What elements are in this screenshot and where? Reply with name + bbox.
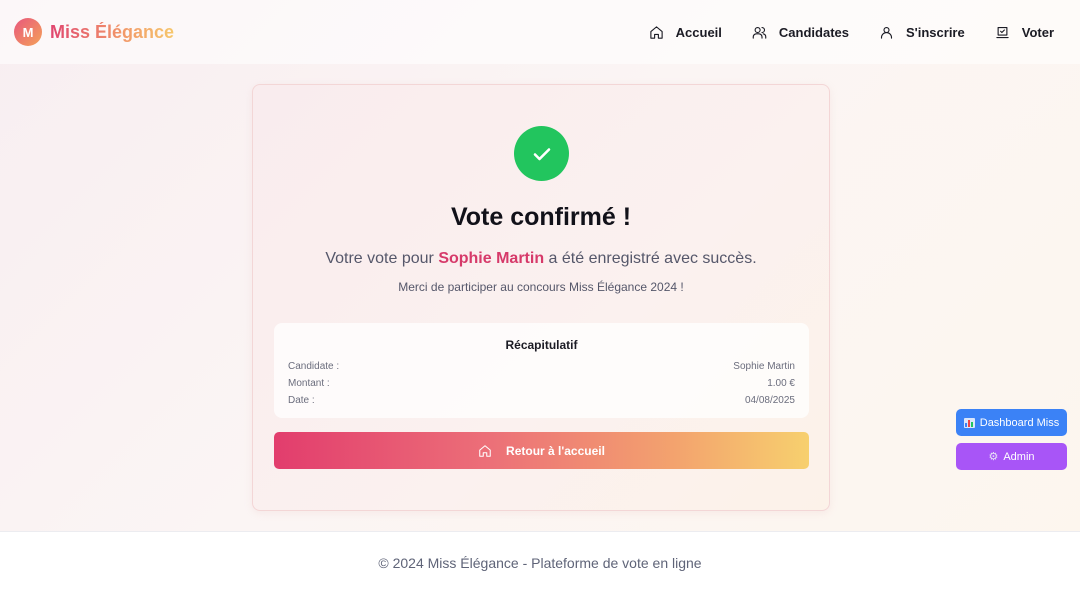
nav-item-candidates[interactable]: Candidates — [752, 25, 849, 40]
candidate-name: Sophie Martin — [438, 250, 545, 267]
nav-item-label: Accueil — [675, 24, 722, 40]
nav-item-label: Candidates — [778, 24, 849, 40]
summary-box: Récapitulatif Candidate : Sophie Martin … — [274, 323, 809, 418]
admin-label: Admin — [1003, 450, 1035, 463]
vote-icon — [996, 26, 1009, 38]
brand-logo-link[interactable]: M Miss Élégance — [14, 18, 174, 46]
footer-text: © 2024 Miss Élégance - Plateforme de vot… — [378, 554, 702, 571]
confirmation-title: Vote confirmé ! — [450, 203, 632, 231]
home-icon — [479, 444, 491, 457]
summary-value: Sophie Martin — [733, 361, 795, 372]
confirmation-card: Vote confirmé ! Votre vote pour Sophie M… — [252, 84, 830, 511]
summary-row-candidate: Candidate : Sophie Martin — [288, 358, 795, 375]
page-footer: © 2024 Miss Élégance - Plateforme de vot… — [0, 531, 1080, 593]
nav-item-label: S'inscrire — [905, 24, 965, 40]
bar-chart-icon — [963, 417, 975, 428]
nav-item-accueil[interactable]: Accueil — [649, 25, 722, 40]
summary-label: Date : — [288, 395, 315, 406]
summary-title: Récapitulatif — [505, 338, 578, 352]
user-icon — [880, 26, 893, 39]
thanks-text: Merci de participer au concours Miss Élé… — [398, 280, 684, 294]
summary-row-date: Date : 04/08/2025 — [288, 392, 795, 409]
message-suffix: a été enregistré avec succès. — [544, 250, 757, 267]
message-prefix: Votre vote pour — [325, 250, 439, 267]
top-navbar: M Miss Élégance Accueil Candidates S'ins… — [0, 0, 1080, 64]
summary-value: 04/08/2025 — [744, 395, 795, 406]
summary-value: 1.00 € — [767, 378, 795, 389]
nav-item-inscrire[interactable]: S'inscrire — [879, 25, 965, 40]
home-icon — [649, 25, 663, 39]
dashboard-label: Dashboard Miss — [979, 416, 1060, 429]
success-badge — [514, 126, 569, 181]
back-home-label: Retour à l'accueil — [506, 443, 605, 458]
nav-item-label: Voter — [1021, 24, 1054, 40]
brand-name: Miss Élégance — [50, 21, 175, 42]
logo-badge: M — [14, 18, 42, 46]
confirmation-message: Votre vote pour Sophie Martin a été enre… — [253, 250, 829, 268]
back-home-button[interactable]: Retour à l'accueil — [274, 432, 809, 469]
admin-button[interactable]: ⚙ Admin — [956, 443, 1067, 470]
gear-icon: ⚙ — [988, 451, 999, 463]
users-icon — [752, 26, 767, 39]
checkmark-icon — [533, 147, 550, 160]
summary-label: Candidate : — [288, 361, 340, 372]
nav-item-voter[interactable]: Voter — [995, 25, 1054, 40]
summary-label: Montant : — [288, 378, 330, 389]
dashboard-miss-button[interactable]: Dashboard Miss — [956, 409, 1067, 436]
summary-row-amount: Montant : 1.00 € — [288, 375, 795, 392]
main-nav: Accueil Candidates S'inscrire Voter — [649, 25, 1054, 40]
